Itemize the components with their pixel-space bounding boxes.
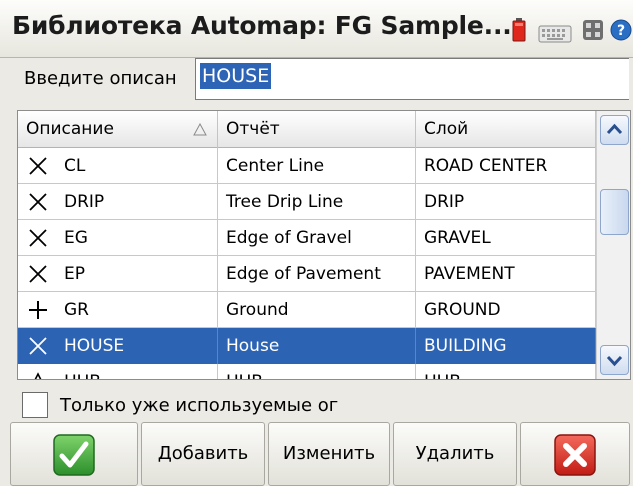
scroll-thumb[interactable]: [600, 189, 629, 235]
cancel-button[interactable]: [520, 422, 630, 486]
cross-x-icon: [29, 229, 47, 247]
keyboard-icon[interactable]: [538, 22, 572, 46]
delete-button[interactable]: Удалить: [393, 422, 517, 486]
used-only-checkbox[interactable]: [22, 392, 48, 418]
cross-x-icon: [29, 193, 47, 211]
column-header-description[interactable]: Описание: [18, 111, 218, 148]
chevron-down-icon: [606, 355, 623, 367]
table-row[interactable]: EG Edge of Gravel GRAVEL: [18, 220, 596, 256]
cell-description: EP: [18, 256, 218, 292]
svg-text:?: ?: [617, 23, 625, 39]
column-header-report[interactable]: Отчёт: [218, 111, 416, 148]
cell-report: HUB: [218, 364, 416, 379]
cancel-x-icon: [554, 434, 596, 476]
sort-ascending-icon: [193, 123, 207, 136]
table-row[interactable]: CL Center Line ROAD CENTER: [18, 148, 596, 184]
cell-description: EG: [18, 220, 218, 256]
cell-description: GR: [18, 292, 218, 328]
window-title: Библиотека Automap: FG Sample...: [12, 11, 512, 40]
vertical-scrollbar[interactable]: [596, 111, 630, 379]
plus-icon: [29, 301, 47, 319]
battery-icon[interactable]: [512, 18, 526, 42]
search-label: Введите описан: [24, 68, 177, 89]
cell-report: Edge of Pavement: [218, 256, 416, 292]
table-header: Описание Отчёт Слой: [18, 111, 596, 148]
button-bar: Добавить Изменить Удалить: [0, 422, 633, 486]
library-table: Описание Отчёт Слой CL Center Line ROAD CE…: [17, 110, 631, 380]
add-button[interactable]: Добавить: [141, 422, 265, 486]
cell-layer: DRIP: [416, 184, 596, 220]
table-row[interactable]: EP Edge of Pavement PAVEMENT: [18, 256, 596, 292]
help-icon[interactable]: ?: [610, 18, 632, 42]
cell-description: HUB: [18, 364, 218, 379]
cell-description: HOUSE: [18, 328, 218, 364]
search-input[interactable]: HOUSE: [195, 58, 629, 100]
ok-button[interactable]: [10, 422, 138, 486]
filter-row: Только уже используемые ог: [22, 392, 622, 422]
cross-x-icon: [29, 337, 47, 355]
table-row[interactable]: DRIP Tree Drip Line DRIP: [18, 184, 596, 220]
cell-layer: BUILDING: [416, 328, 596, 364]
scroll-up-button[interactable]: [600, 115, 629, 145]
search-input-value[interactable]: HOUSE: [200, 63, 272, 89]
column-header-layer[interactable]: Слой: [416, 111, 596, 148]
edit-button[interactable]: Изменить: [268, 422, 390, 486]
triangle-icon: [34, 372, 42, 379]
cell-report: House: [218, 328, 416, 364]
cross-x-icon: [29, 157, 47, 175]
ok-checkmark-icon: [53, 434, 95, 476]
table-row[interactable]: HOUSE House BUILDING: [18, 328, 596, 364]
cell-report: Edge of Gravel: [218, 220, 416, 256]
chevron-up-icon: [606, 123, 623, 135]
table-row[interactable]: HUBHUBHUB: [18, 364, 596, 379]
cell-description: DRIP: [18, 184, 218, 220]
cell-layer: GRAVEL: [416, 220, 596, 256]
cell-layer: ROAD CENTER: [416, 148, 596, 184]
grid-icon[interactable]: [582, 18, 604, 42]
title-bar: Библиотека Automap: FG Sample... ?: [0, 0, 633, 58]
cell-layer: GROUND: [416, 292, 596, 328]
cell-report: Ground: [218, 292, 416, 328]
cell-description: CL: [18, 148, 218, 184]
cell-report: Center Line: [218, 148, 416, 184]
cell-layer: PAVEMENT: [416, 256, 596, 292]
cross-x-icon: [29, 265, 47, 283]
used-only-label[interactable]: Только уже используемые ог: [60, 395, 338, 416]
search-row: Введите описан HOUSE: [0, 58, 633, 104]
cell-layer: HUB: [416, 364, 596, 379]
cell-report: Tree Drip Line: [218, 184, 416, 220]
table-row[interactable]: GR Ground GROUND: [18, 292, 596, 328]
scroll-down-button[interactable]: [600, 345, 629, 375]
